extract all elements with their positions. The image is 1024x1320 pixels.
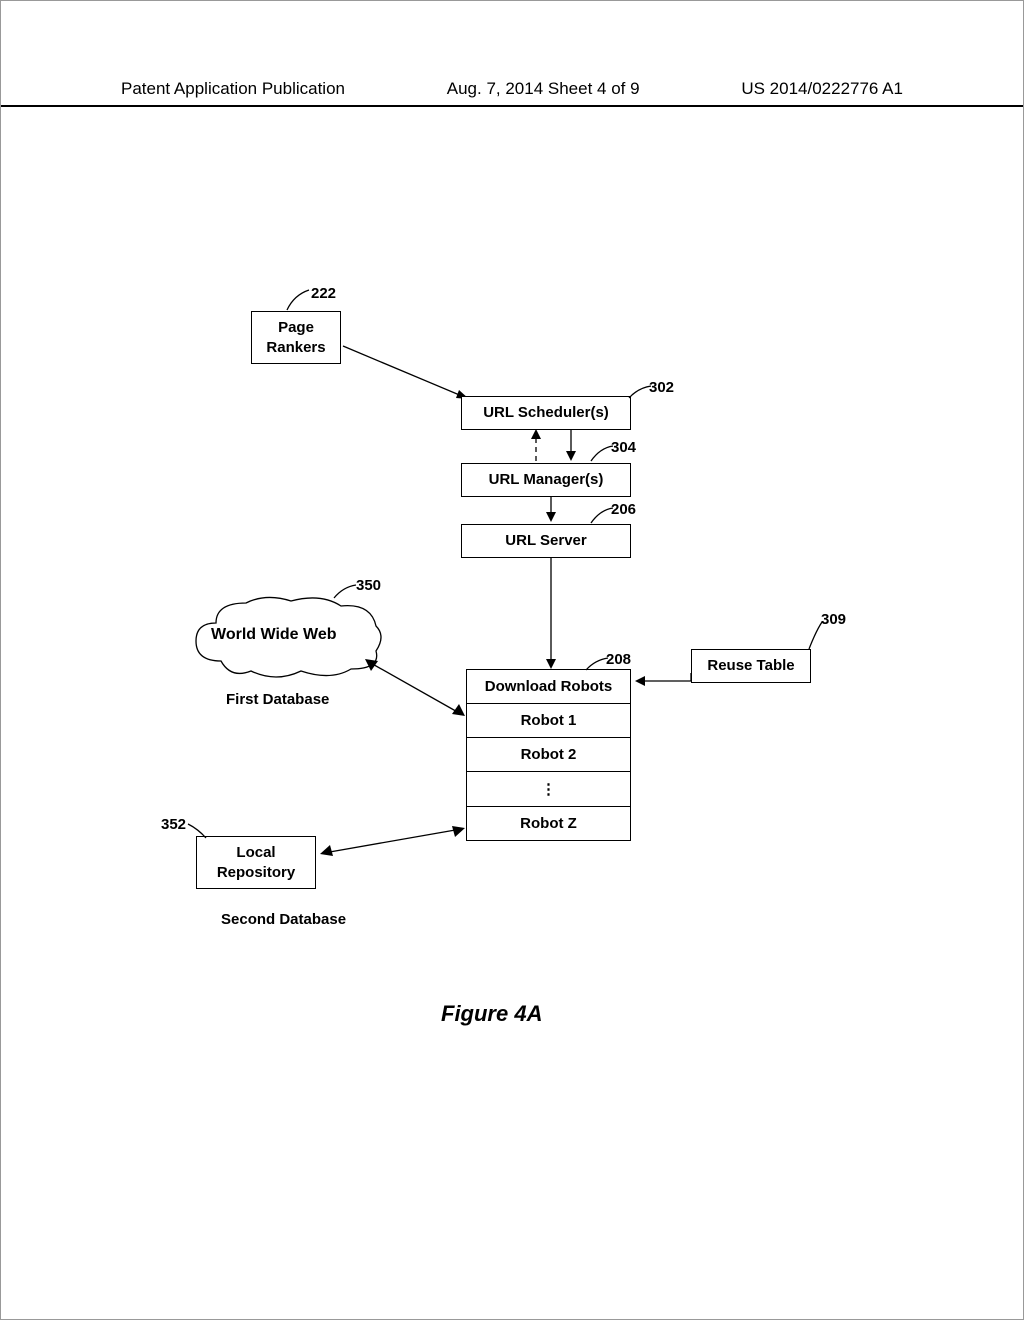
robot-1-cell: Robot 1 <box>467 703 630 737</box>
robot-z-cell: Robot Z <box>467 806 630 840</box>
arrow-localrepo-robots <box>316 821 471 861</box>
figure-diagram: Page Rankers 222 URL Scheduler(s) 302 UR… <box>131 271 893 1099</box>
ref-local-repository: 352 <box>161 816 186 833</box>
header-left: Patent Application Publication <box>121 79 345 99</box>
arrow-reuse-to-robots <box>631 671 693 691</box>
world-wide-web-label: World Wide Web <box>211 626 336 644</box>
ref-page-rankers: 222 <box>311 285 336 302</box>
leader-url-server <box>588 505 616 527</box>
patent-header: Patent Application Publication Aug. 7, 2… <box>1 79 1023 107</box>
leader-download-robots <box>583 655 611 675</box>
arrow-manager-to-scheduler <box>526 427 546 467</box>
local-repository-box: Local Repository <box>196 836 316 889</box>
page-rankers-box: Page Rankers <box>251 311 341 364</box>
arrow-www-robots <box>361 654 471 724</box>
robot-2-cell: Robot 2 <box>467 737 630 771</box>
arrow-rankers-to-scheduler <box>341 341 481 411</box>
second-database-label: Second Database <box>221 911 346 928</box>
url-server-box: URL Server <box>461 524 631 558</box>
first-database-label: First Database <box>226 691 329 708</box>
leader-url-schedulers <box>626 383 654 403</box>
arrow-scheduler-to-manager <box>561 427 581 467</box>
leader-reuse-table <box>806 619 826 653</box>
reuse-table-box: Reuse Table <box>691 649 811 683</box>
arrow-server-to-robots <box>541 555 561 675</box>
header-center: Aug. 7, 2014 Sheet 4 of 9 <box>447 79 640 99</box>
leader-page-rankers <box>284 285 314 315</box>
arrow-manager-to-server <box>541 494 561 528</box>
leader-www <box>331 583 361 601</box>
download-robots-stack: Download Robots Robot 1 Robot 2 ⋮ Robot … <box>466 669 631 841</box>
header-right: US 2014/0222776 A1 <box>741 79 903 99</box>
url-schedulers-box: URL Scheduler(s) <box>461 396 631 430</box>
leader-local-repository <box>186 821 210 841</box>
figure-caption: Figure 4A <box>441 1001 542 1027</box>
url-managers-box: URL Manager(s) <box>461 463 631 497</box>
robot-dots-cell: ⋮ <box>467 771 630 806</box>
leader-url-managers <box>588 443 616 465</box>
